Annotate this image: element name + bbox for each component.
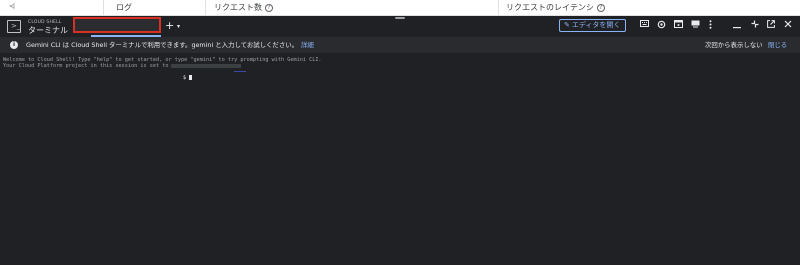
add-tab-button[interactable]: +	[165, 20, 174, 31]
open-new-window-icon[interactable]	[766, 20, 776, 30]
minimize-icon[interactable]	[732, 20, 742, 30]
close-icon[interactable]	[783, 20, 793, 30]
edit-icon: ✎	[564, 21, 570, 29]
terminal-area[interactable]: Welcome to Cloud Shell! Type "help" to g…	[0, 53, 800, 265]
column-requests: リクエスト数?	[214, 0, 273, 16]
prompt-symbol: $	[183, 75, 187, 81]
column-divider	[498, 0, 499, 16]
display-icon[interactable]	[690, 20, 700, 30]
restore-icon[interactable]	[750, 20, 760, 30]
resize-handle[interactable]	[395, 17, 405, 19]
keyboard-icon[interactable]	[639, 20, 649, 30]
tab-menu-icon[interactable]: ▾	[177, 23, 180, 30]
column-logs: ログ	[116, 3, 132, 12]
terminal-project-line: Your Cloud Platform project in this sess…	[3, 63, 241, 69]
open-editor-button[interactable]: ✎ エディタを開く	[559, 19, 626, 32]
redacted-project-id	[170, 63, 241, 68]
help-icon[interactable]: ?	[596, 3, 605, 12]
banner-message: Gemini CLI は Cloud Shell ターミナルで利用できます。ge…	[26, 40, 314, 50]
dismiss-banner-button[interactable]: 閉じる	[768, 40, 787, 50]
help-icon[interactable]: ?	[265, 3, 273, 12]
terminal-cursor	[189, 75, 193, 80]
open-editor-label: エディタを開く	[571, 21, 621, 29]
learn-more-link[interactable]: 詳細	[301, 41, 314, 49]
brand-title: ターミナル	[28, 26, 68, 35]
column-latency: リクエストのレイテンシ?	[506, 0, 605, 16]
terminal-prompt: $	[183, 75, 193, 81]
info-banner: i Gemini CLI は Cloud Shell ターミナルで利用できます。…	[0, 37, 800, 53]
banner-text: Gemini CLI は Cloud Shell ターミナルで利用できます。ge…	[26, 41, 298, 49]
info-icon: i	[10, 41, 18, 49]
column-divider	[103, 0, 104, 16]
terminal-project-text: Your Cloud Platform project in this sess…	[3, 63, 169, 69]
cloud-shell-icon: >_	[7, 20, 21, 33]
settings-icon[interactable]	[656, 20, 666, 30]
web-preview-icon[interactable]	[673, 20, 683, 30]
column-latency-label: リクエストのレイテンシ	[506, 3, 594, 12]
terminal-tab[interactable]	[73, 17, 161, 33]
column-divider	[205, 0, 206, 16]
collapse-icon[interactable]: <|	[9, 3, 15, 10]
console-table-header: <| ログ リクエスト数? リクエストのレイテンシ?	[0, 0, 800, 16]
dont-show-again-button[interactable]: 次回から表示しない	[705, 40, 763, 50]
prompt-divider	[234, 71, 246, 72]
more-vert-icon[interactable]	[705, 20, 715, 30]
column-requests-label: リクエスト数	[214, 3, 262, 12]
